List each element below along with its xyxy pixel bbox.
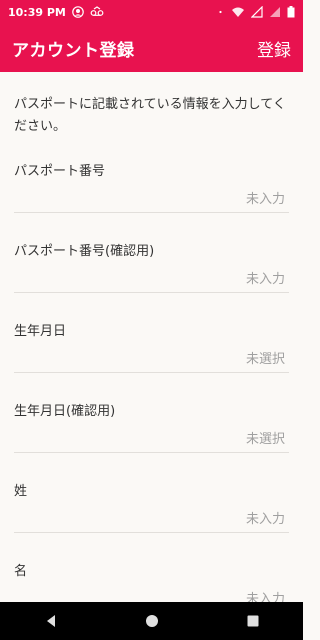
first-name-field[interactable]: 名 未入力 — [14, 560, 289, 602]
recents-button[interactable] — [233, 602, 273, 640]
wifi-icon — [232, 7, 244, 17]
field-label: 生年月日(確認用) — [14, 404, 116, 419]
page-title: アカウント登録 — [12, 40, 135, 61]
birth-date-field[interactable]: 生年月日 未選択 — [14, 320, 289, 378]
divider — [14, 212, 289, 213]
field-value[interactable]: 未選択 — [246, 348, 285, 367]
status-bar: 10:39 PM — [0, 0, 303, 24]
field-label: パスポート番号 — [14, 164, 106, 179]
register-button[interactable]: 登録 — [257, 36, 291, 61]
home-icon — [145, 615, 158, 627]
passport-number-confirm-field[interactable]: パスポート番号(確認用) 未入力 — [14, 240, 289, 298]
divider — [14, 372, 289, 373]
avatar-icon — [72, 6, 84, 18]
dot-icon — [219, 10, 222, 14]
field-label: 姓 — [14, 484, 28, 499]
signal-icon — [270, 7, 280, 17]
home-button[interactable] — [132, 602, 172, 640]
field-value[interactable]: 未入力 — [246, 588, 285, 602]
status-time: 10:39 PM — [8, 5, 66, 19]
field-value[interactable]: 未入力 — [246, 268, 285, 287]
back-icon — [46, 615, 55, 627]
intro-text: パスポートに記載されている情報を入力してください。 — [14, 97, 286, 134]
field-value[interactable]: 未選択 — [246, 428, 285, 447]
battery-icon — [287, 6, 295, 18]
app-bar: アカウント登録 登録 — [0, 24, 303, 72]
form-content: パスポートに記載されている情報を入力してください。 パスポート番号 未入力 パス… — [0, 72, 303, 602]
field-label: パスポート番号(確認用) — [14, 244, 155, 259]
field-value[interactable]: 未入力 — [246, 188, 285, 207]
field-value[interactable]: 未入力 — [246, 508, 285, 527]
back-button[interactable] — [31, 602, 71, 640]
navigation-bar — [0, 602, 303, 640]
divider — [14, 292, 289, 293]
recents-icon — [247, 615, 258, 627]
last-name-field[interactable]: 姓 未入力 — [14, 480, 289, 538]
passport-number-field[interactable]: パスポート番号 未入力 — [14, 160, 289, 218]
field-label: 生年月日 — [14, 324, 67, 339]
voicemail-icon — [90, 6, 104, 16]
divider — [14, 532, 289, 533]
birth-date-confirm-field[interactable]: 生年月日(確認用) 未選択 — [14, 400, 289, 458]
divider — [14, 452, 289, 453]
field-label: 名 — [14, 564, 28, 579]
signal-icon — [251, 6, 263, 18]
